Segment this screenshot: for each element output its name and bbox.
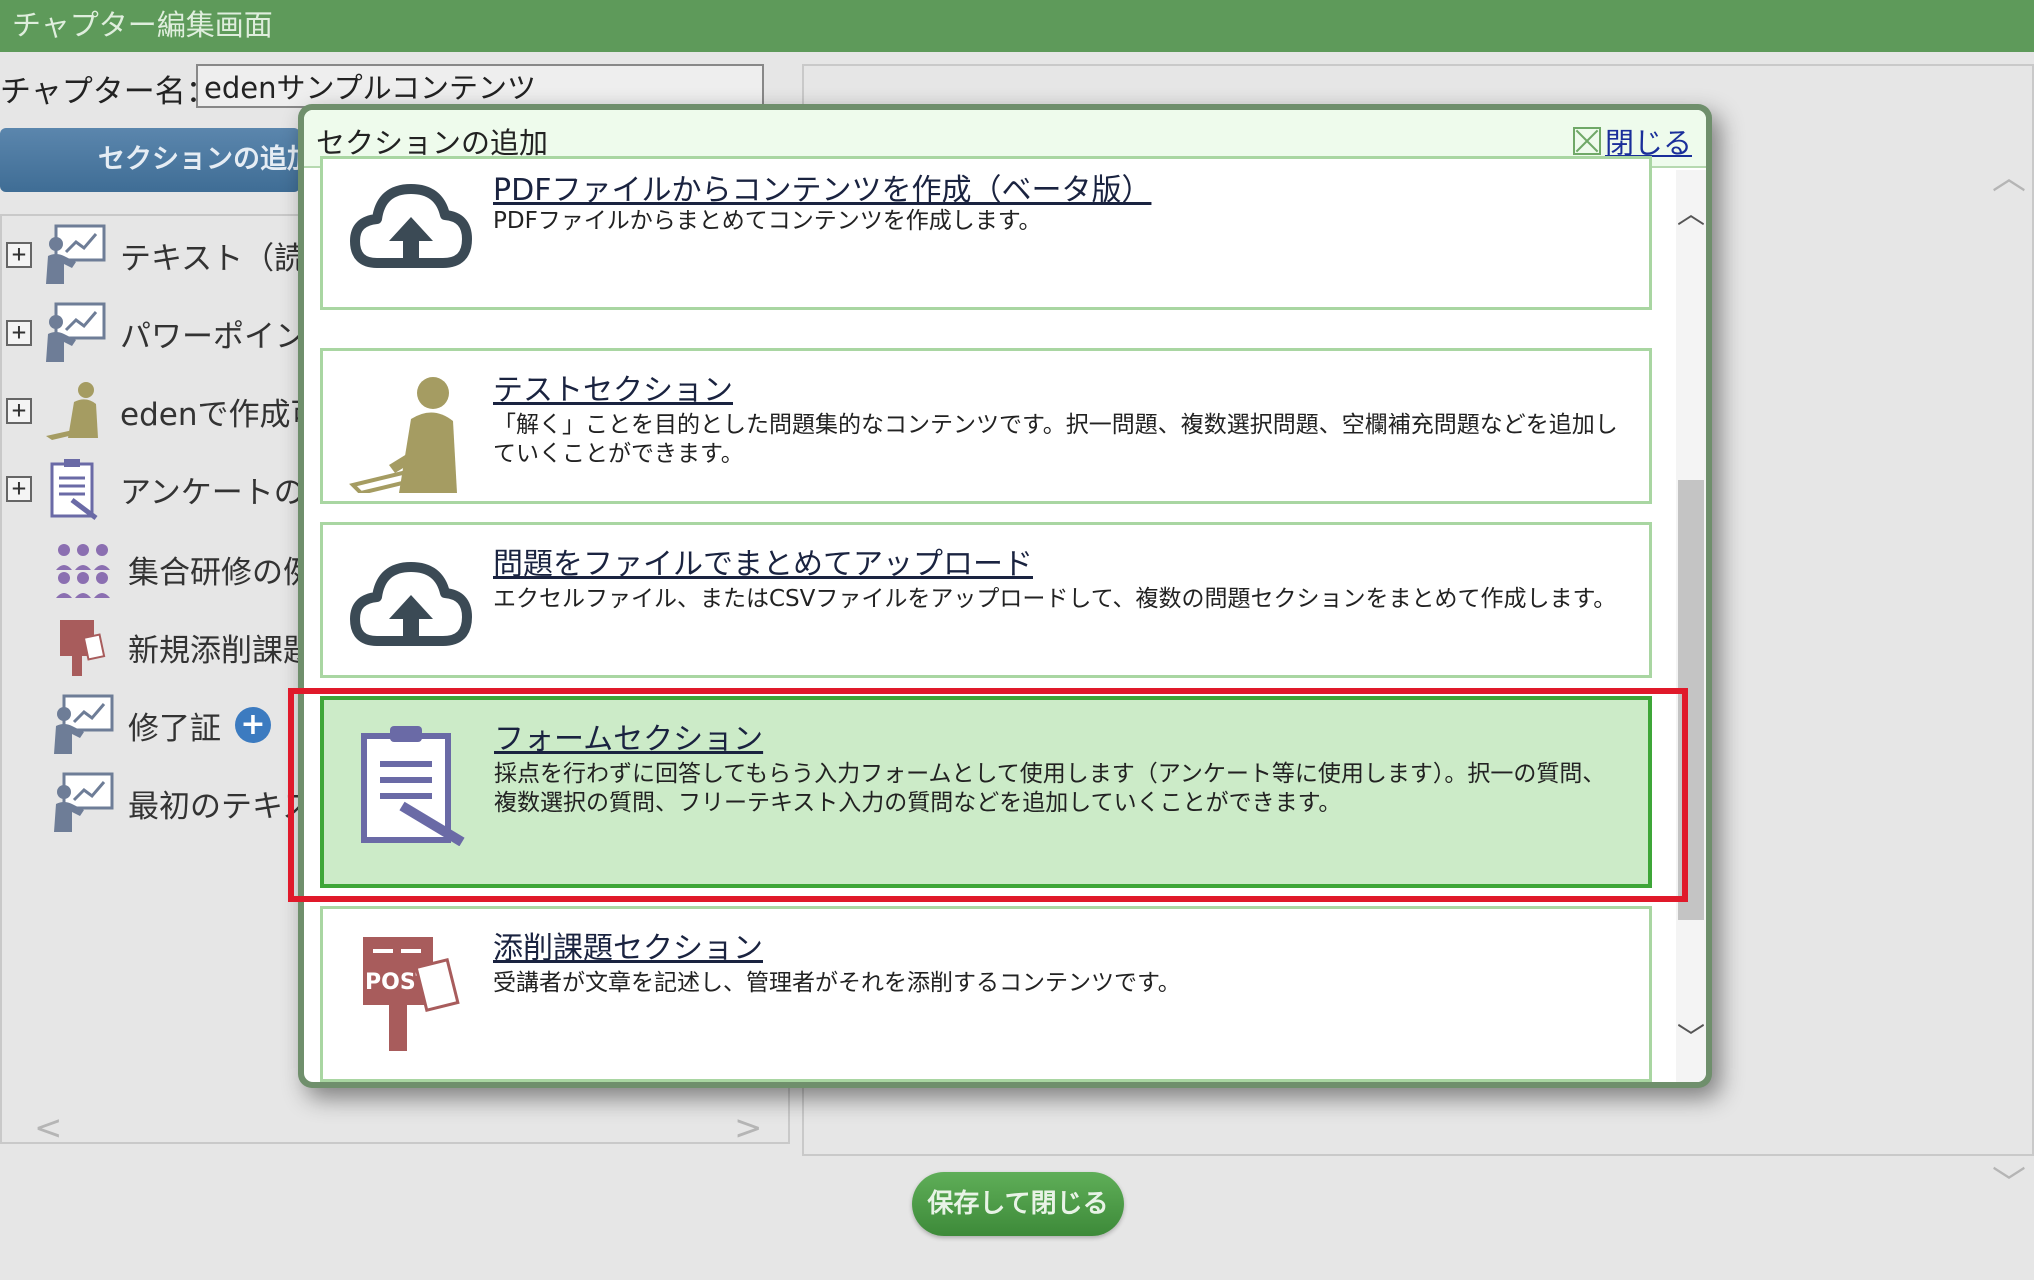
post-box-icon: POST (363, 937, 460, 1051)
option-title[interactable]: テストセクション (493, 365, 733, 409)
cloud-upload-icon (350, 184, 472, 268)
group-icon (56, 544, 110, 598)
teacher-board-icon (54, 694, 114, 754)
close-icon (1572, 127, 1601, 155)
chevron-up-icon[interactable]: ︿ (1992, 150, 2026, 199)
chevron-down-icon[interactable]: ﹀ (1992, 1156, 2026, 1205)
teacher-board-icon (54, 772, 114, 832)
section-option-pdf[interactable]: PDFファイルからコンテンツを作成（ベータ版） PDFファイルからまとめてコンテ… (320, 156, 1652, 310)
tree-item-label: 修了証 (128, 710, 221, 747)
student-writing-icon (349, 377, 457, 493)
teacher-board-icon (46, 224, 106, 284)
scroll-right-icon[interactable]: > (734, 1108, 763, 1148)
tree-item[interactable]: 修了証 + (50, 692, 271, 758)
chevron-up-icon[interactable]: ︿ (1676, 192, 1706, 232)
section-option-test[interactable]: テストセクション 「解く」ことを目的とした問題集的なコンテンツです。択一問題、複… (320, 348, 1652, 504)
tree-item[interactable]: 新規添削課題 (50, 614, 314, 680)
expand-icon[interactable]: + (6, 320, 32, 346)
expand-icon[interactable]: + (6, 398, 32, 424)
option-description: 受講者が文章を記述し、管理者がそれを添削するコンテンツです。 (493, 970, 1181, 996)
expand-icon[interactable]: + (6, 242, 32, 268)
option-description: エクセルファイル、またはCSVファイルをアップロードして、複数の問題セクションを… (493, 586, 1617, 612)
window-title: チャプター編集画面 (12, 8, 273, 42)
student-desk-icon (46, 382, 98, 440)
option-title[interactable]: 問題をファイルでまとめてアップロード (493, 539, 1033, 583)
tree-item-label: 最初のテキス (128, 788, 314, 825)
tree-item-label: 集合研修の例 (128, 554, 314, 591)
tree-item[interactable]: 集合研修の例 (50, 536, 314, 602)
expand-icon[interactable]: + (6, 476, 32, 502)
dialog-scrollbar[interactable]: ︿ ﹀ (1676, 170, 1706, 1082)
save-and-close-button[interactable]: 保存して閉じる (912, 1172, 1124, 1236)
section-option-correction[interactable]: POST 添削課題セクション 受講者が文章を記述し、管理者がそれを添削するコンテ… (320, 906, 1652, 1082)
tree-item-label: 新規添削課題 (128, 632, 314, 669)
chapter-name-input[interactable] (196, 64, 764, 108)
option-description: PDFファイルからまとめてコンテンツを作成します。 (493, 208, 1042, 234)
chevron-down-icon[interactable]: ﹀ (1676, 1016, 1706, 1056)
teacher-board-icon (46, 302, 106, 362)
scroll-left-icon[interactable]: < (34, 1108, 63, 1148)
dialog-body: セクションの追加 閉じる PDFファイルからコンテンツを作成（ベータ版） PDF… (304, 110, 1706, 1082)
add-section-button[interactable]: セクションの追加 (0, 128, 300, 192)
highlight-box (288, 688, 1688, 902)
chapter-name-label: チャプター名： (0, 74, 217, 110)
option-title[interactable]: PDFファイルからコンテンツを作成（ベータ版） (493, 165, 1151, 209)
option-title[interactable]: 添削課題セクション (493, 923, 763, 967)
section-option-bulk-upload[interactable]: 問題をファイルでまとめてアップロード エクセルファイル、またはCSVファイルをア… (320, 522, 1652, 678)
tree-item[interactable]: + パワーポイント (6, 300, 337, 366)
plus-circle-icon[interactable]: + (235, 707, 271, 743)
clipboard-icon (50, 459, 98, 520)
tree-item[interactable]: + アンケートの例 (6, 456, 336, 522)
window-title-bar: チャプター編集画面 (0, 0, 2034, 52)
tree-item[interactable]: 最初のテキス (50, 770, 313, 836)
post-icon (60, 620, 106, 676)
add-section-dialog: セクションの追加 閉じる PDFファイルからコンテンツを作成（ベータ版） PDF… (298, 104, 1712, 1088)
tree-item[interactable]: + テキスト（読み (6, 222, 336, 288)
option-description: 「解く」ことを目的とした問題集的なコンテンツです。択一問題、複数選択問題、空欄補… (493, 412, 1618, 467)
cloud-upload-icon (350, 562, 472, 646)
